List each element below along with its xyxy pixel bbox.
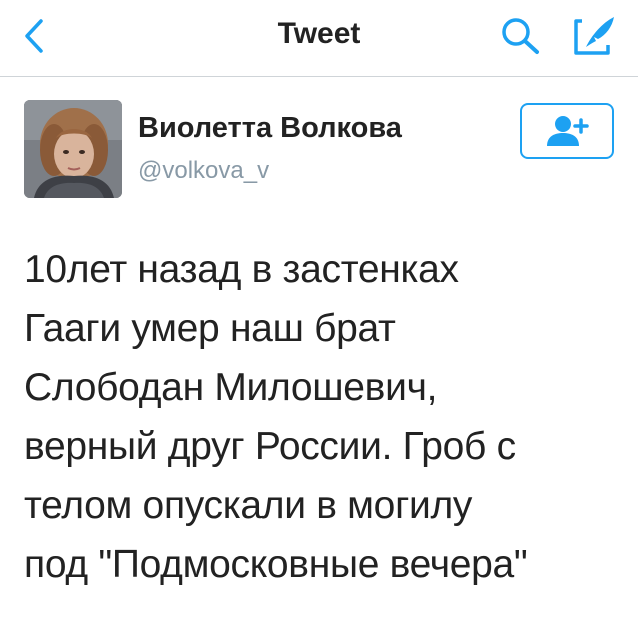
follow-button[interactable] — [520, 103, 614, 159]
compose-tweet-icon — [574, 17, 614, 55]
tweet-text: 10лет назад в застенках Гааги умер наш б… — [24, 240, 624, 594]
tweet-line: верный друг России. Гроб с — [24, 425, 516, 468]
compose-tweet-button[interactable] — [568, 10, 622, 60]
avatar-photo — [24, 100, 122, 198]
tweet-line: телом опускали в могилу — [24, 484, 473, 527]
search-icon — [502, 18, 539, 54]
chevron-left-icon — [25, 19, 43, 53]
author-handle[interactable]: @volkova_v — [138, 157, 269, 185]
search-button[interactable] — [494, 12, 548, 60]
tweet-line: Слободан Милошевич, — [24, 366, 438, 409]
tweet-line: Гааги умер наш брат — [24, 307, 396, 350]
tweet-line: под "Подмосковные вечера" — [24, 543, 528, 586]
avatar[interactable] — [24, 100, 122, 198]
back-button[interactable] — [14, 14, 54, 58]
follow-user-icon — [547, 116, 589, 146]
tweet-line: 10лет назад в застенках — [24, 248, 459, 291]
author-display-name[interactable]: Виолетта Волкова — [138, 112, 402, 145]
navigation-bar: Tweet — [0, 0, 638, 77]
